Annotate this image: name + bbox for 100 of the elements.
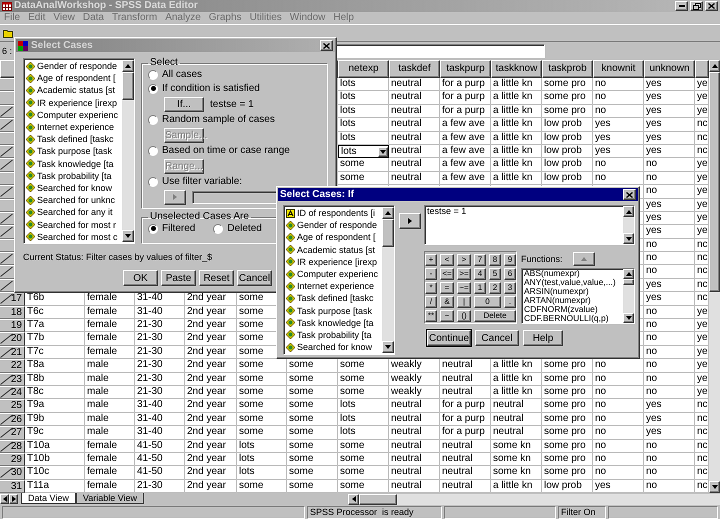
radio-button[interactable] bbox=[148, 146, 158, 156]
radio-button[interactable] bbox=[213, 224, 224, 234]
dialog-button[interactable]: Cancel bbox=[475, 330, 519, 346]
keypad-key[interactable]: 7 bbox=[474, 254, 486, 266]
row-header[interactable]: 23 bbox=[0, 372, 25, 386]
list-item[interactable]: Gender of responde bbox=[286, 219, 382, 232]
scroll-down-button[interactable] bbox=[623, 233, 634, 244]
tab-right-button[interactable] bbox=[9, 494, 18, 504]
radio-button[interactable] bbox=[148, 84, 158, 94]
keypad-key[interactable]: 2 bbox=[489, 282, 501, 294]
column-header[interactable]: netexp bbox=[338, 60, 389, 78]
scroll-down-button[interactable] bbox=[623, 313, 634, 323]
expression-field[interactable]: testse = 1 bbox=[424, 205, 635, 245]
list-item[interactable]: Academic status [st bbox=[26, 84, 122, 97]
sheet-tab[interactable]: Variable View bbox=[76, 493, 144, 504]
scroll-up-button[interactable] bbox=[623, 206, 634, 217]
close-button[interactable] bbox=[705, 1, 718, 11]
radio-label[interactable]: Filtered bbox=[162, 223, 196, 234]
keypad-key[interactable]: ~= bbox=[457, 282, 471, 294]
list-item[interactable]: Searched for know bbox=[26, 182, 122, 194]
keypad-key[interactable]: . bbox=[504, 296, 516, 308]
list-item[interactable]: Task probability [ta bbox=[286, 328, 382, 342]
keypad-key[interactable]: = bbox=[440, 282, 454, 294]
list-item[interactable]: Searched for most r bbox=[26, 218, 122, 231]
list-item[interactable]: ID of respondents [i bbox=[286, 207, 382, 220]
radio-button[interactable] bbox=[148, 176, 158, 186]
list-item[interactable]: CDF.BERNOULLI(q,p) bbox=[524, 314, 623, 323]
column-header[interactable]: taskpurp bbox=[440, 60, 491, 78]
list-item[interactable]: Internet experience bbox=[26, 120, 122, 134]
list-item[interactable]: Internet experience bbox=[286, 280, 382, 292]
keypad-key[interactable]: 6 bbox=[504, 268, 516, 280]
radio-button[interactable] bbox=[148, 70, 158, 80]
row-header[interactable]: 19 bbox=[0, 319, 25, 332]
list-item[interactable]: IR experience [irexp bbox=[286, 256, 382, 268]
keypad-key[interactable]: <= bbox=[440, 268, 454, 280]
list-item[interactable]: Task knowledge [ta bbox=[286, 316, 382, 329]
row-header[interactable]: 20 bbox=[0, 332, 25, 346]
list-item[interactable]: ABS(numexpr) bbox=[524, 269, 623, 278]
scroll-thumb[interactable] bbox=[122, 72, 134, 100]
list-item[interactable]: Gender of responde bbox=[26, 60, 122, 72]
keypad-key[interactable]: - bbox=[425, 268, 437, 280]
list-item[interactable]: Searched for any it bbox=[26, 206, 122, 218]
row-header[interactable]: 21 bbox=[0, 346, 25, 360]
radio-button[interactable] bbox=[148, 224, 158, 234]
move-button[interactable] bbox=[399, 213, 421, 229]
radio-label[interactable]: Deleted bbox=[227, 223, 262, 234]
keypad-key[interactable]: 9 bbox=[504, 254, 516, 266]
dropdown-button[interactable] bbox=[378, 146, 388, 157]
column-header[interactable]: unknown bbox=[644, 60, 695, 78]
scroll-up-button[interactable] bbox=[382, 207, 394, 219]
minimize-button[interactable] bbox=[675, 1, 688, 11]
scroll-left-button[interactable] bbox=[348, 494, 359, 505]
sheet-tab[interactable]: Data View bbox=[21, 493, 76, 504]
row-header[interactable]: 28 bbox=[0, 440, 25, 453]
scrollbar[interactable] bbox=[122, 60, 134, 242]
list-item[interactable]: Task probability [ta bbox=[26, 170, 122, 182]
variable-list[interactable] bbox=[23, 58, 135, 244]
column-header[interactable]: taskdef bbox=[389, 60, 440, 78]
keypad-key[interactable]: * bbox=[425, 282, 437, 294]
dialog-button[interactable]: Cancel bbox=[237, 270, 272, 286]
scrollbar[interactable] bbox=[348, 494, 720, 505]
list-item[interactable]: Task knowledge [ta bbox=[26, 158, 122, 170]
keypad-key[interactable]: 3 bbox=[504, 282, 516, 294]
tab-left-button[interactable] bbox=[0, 494, 9, 504]
row-header[interactable]: 26 bbox=[0, 412, 25, 426]
row-header[interactable]: 17 bbox=[0, 292, 25, 306]
keypad-key[interactable]: 4 bbox=[474, 268, 486, 280]
dialog-button[interactable]: Paste bbox=[161, 270, 196, 286]
row-header[interactable]: 30 bbox=[0, 466, 25, 480]
scrollbar[interactable] bbox=[382, 207, 394, 353]
radio-label[interactable]: Use filter variable: bbox=[162, 176, 242, 187]
keypad-key[interactable]: 8 bbox=[489, 254, 501, 266]
keypad-key[interactable]: ~ bbox=[440, 310, 454, 322]
dialog-button[interactable]: Continue bbox=[427, 330, 471, 346]
keypad-key[interactable]: 1 bbox=[474, 282, 486, 294]
keypad-key[interactable]: > bbox=[457, 254, 471, 266]
scroll-thumb[interactable] bbox=[359, 494, 397, 505]
scroll-thumb[interactable] bbox=[382, 219, 394, 247]
list-item[interactable]: Searched for most c bbox=[26, 230, 122, 242]
scroll-up-button[interactable] bbox=[623, 269, 634, 279]
row-header[interactable]: 24 bbox=[0, 386, 25, 400]
list-item[interactable]: Academic status [st bbox=[286, 244, 382, 256]
keypad-key[interactable]: 5 bbox=[489, 268, 501, 280]
keypad-key[interactable]: 0 bbox=[474, 296, 501, 308]
list-item[interactable]: Task defined [taskc bbox=[26, 133, 122, 146]
scroll-down-button[interactable] bbox=[709, 481, 720, 494]
radio-label[interactable]: If condition is satisfied bbox=[162, 83, 260, 94]
restore-button[interactable] bbox=[690, 1, 703, 11]
list-item[interactable]: ARSIN(numexpr) bbox=[524, 287, 623, 296]
scroll-thumb[interactable] bbox=[623, 279, 634, 285]
row-header[interactable]: 25 bbox=[0, 399, 25, 413]
keypad-key[interactable]: Delete bbox=[474, 310, 516, 322]
row-header[interactable]: 22 bbox=[0, 359, 25, 373]
list-item[interactable]: ANY(test,value,value,...) bbox=[524, 278, 623, 287]
list-item[interactable]: ARTAN(numexpr) bbox=[524, 296, 623, 305]
list-item[interactable]: Task defined [taskc bbox=[286, 292, 382, 304]
scroll-down-button[interactable] bbox=[122, 230, 134, 242]
row-header[interactable]: 29 bbox=[0, 452, 25, 466]
variable-list[interactable] bbox=[283, 205, 395, 355]
row-header[interactable]: 18 bbox=[0, 306, 25, 320]
